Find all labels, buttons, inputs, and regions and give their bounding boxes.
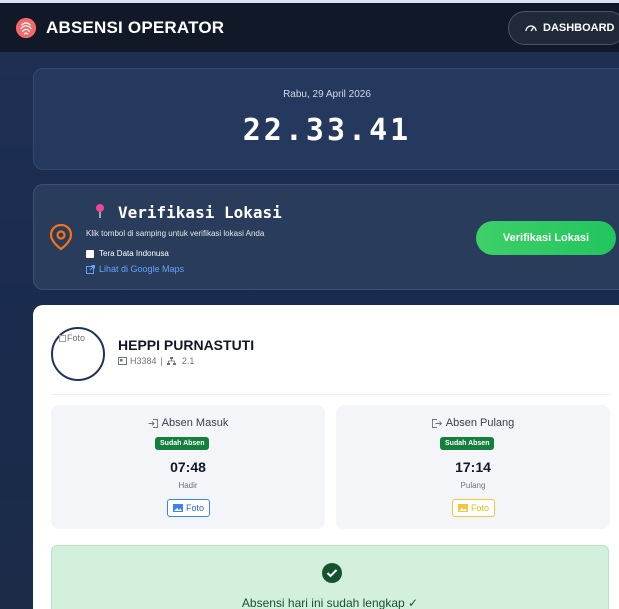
- sign-out-icon: [431, 418, 442, 428]
- external-link-icon: [86, 264, 95, 274]
- company-label: Tera Data Indonusa: [99, 249, 169, 258]
- current-date: Rabu, 29 April 2026: [283, 89, 371, 100]
- building-icon: [86, 249, 94, 258]
- employee-id: H3384: [130, 356, 157, 366]
- check-in-label: Absen Masuk: [161, 417, 229, 429]
- check-out-badge: Sudah Absen: [440, 437, 495, 450]
- check-in-time: 07:48: [170, 459, 206, 475]
- id-card-icon: [118, 357, 127, 365]
- image-icon: [458, 504, 468, 512]
- location-description: Klik tombol di samping untuk verifikasi …: [86, 229, 265, 238]
- check-in-badge: Sudah Absen: [155, 437, 210, 450]
- location-card: Verifikasi Lokasi Klik tombol di samping…: [33, 184, 619, 290]
- location-pin-icon: [49, 223, 73, 251]
- image-icon: [173, 504, 183, 512]
- check-out-photo-label: Foto: [471, 503, 490, 513]
- sitemap-icon: [166, 357, 176, 365]
- check-in-panel: Absen Masuk Sudah Absen 07:48 Hadir Foto: [51, 405, 325, 529]
- speedometer-icon: [525, 25, 537, 32]
- sign-in-icon: [148, 418, 158, 428]
- avatar: Foto: [51, 327, 105, 381]
- meta-separator: |: [160, 356, 163, 366]
- dashboard-label: DASHBOARD: [543, 22, 615, 34]
- check-in-photo-label: Foto: [186, 503, 205, 513]
- completion-banner: Absensi hari ini sudah lengkap ✓: [51, 545, 609, 609]
- check-out-photo-button[interactable]: Foto: [452, 499, 496, 517]
- clock-card: Rabu, 29 April 2026 22.33.41: [33, 68, 619, 170]
- location-title: Verifikasi Lokasi: [118, 203, 282, 222]
- check-circle-icon: [322, 563, 342, 583]
- avatar-alt-text: Foto: [67, 333, 86, 343]
- app-title: ABSENSI OPERATOR: [46, 18, 225, 37]
- current-time: 22.33.41: [242, 113, 412, 148]
- fingerprint-icon: [15, 17, 37, 39]
- attendance-card: Foto HEPPI PURNASTUTI H3384 | 2.1 Absen …: [33, 305, 619, 609]
- employee-meta: H3384 | 2.1: [118, 356, 194, 366]
- broken-image-icon: [59, 334, 66, 342]
- employee-unit: 2.1: [181, 356, 195, 366]
- check-out-status: Pulang: [460, 481, 486, 490]
- google-maps-link[interactable]: Lihat di Google Maps: [86, 264, 184, 274]
- maps-link-label: Lihat di Google Maps: [99, 264, 185, 274]
- check-in-status: Hadir: [178, 481, 198, 490]
- employee-name: HEPPI PURNASTUTI: [118, 337, 255, 353]
- completion-message: Absensi hari ini sudah lengkap ✓: [241, 596, 419, 609]
- dashboard-button[interactable]: DASHBOARD: [508, 11, 619, 45]
- check-out-time: 17:14: [455, 459, 491, 475]
- verify-location-button[interactable]: Verifikasi Lokasi: [476, 221, 616, 255]
- pushpin-icon: [96, 204, 104, 218]
- check-out-panel: Absen Pulang Sudah Absen 17:14 Pulang Fo…: [336, 405, 610, 529]
- check-in-photo-button[interactable]: Foto: [167, 499, 211, 517]
- company-name: Tera Data Indonusa: [86, 249, 169, 258]
- check-out-label: Absen Pulang: [445, 417, 515, 429]
- divider: [51, 394, 611, 395]
- top-navbar: ABSENSI OPERATOR DASHBOARD: [0, 0, 619, 52]
